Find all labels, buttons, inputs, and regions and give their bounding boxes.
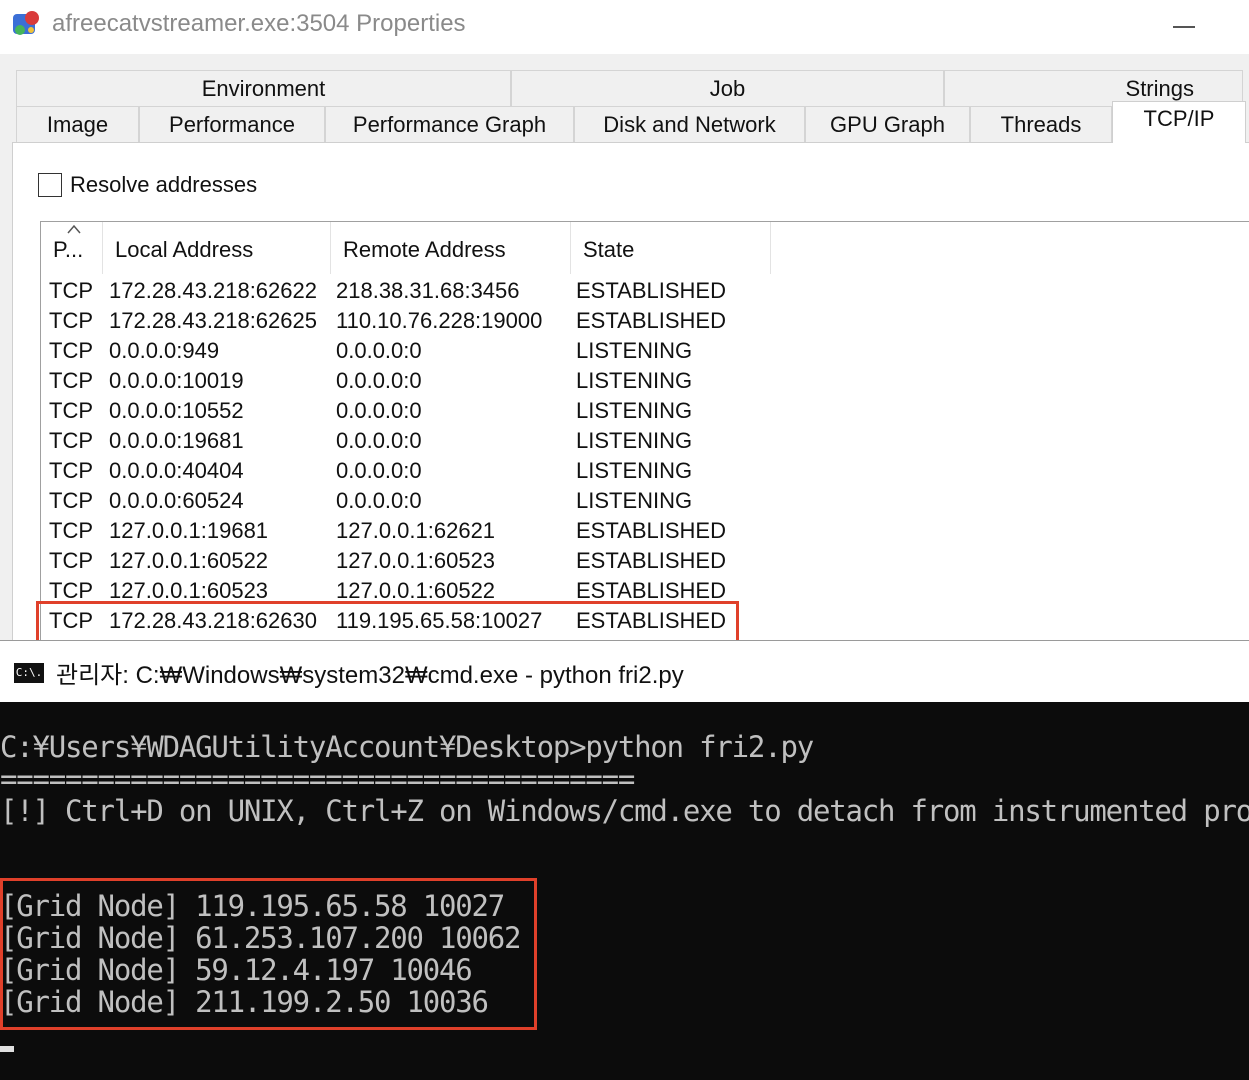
tab-performance[interactable]: Performance bbox=[139, 106, 325, 142]
cell-protocol: TCP bbox=[49, 308, 93, 333]
tab-gpu-graph[interactable]: GPU Graph bbox=[805, 106, 970, 142]
cell-remote-address: 127.0.0.1:60523 bbox=[336, 548, 496, 573]
cell-state: ESTABLISHED bbox=[576, 548, 726, 573]
title-bar[interactable]: afreecatvstreamer.exe:3504 Properties bbox=[0, 0, 1249, 54]
cell-remote-address: 0.0.0.0:0 bbox=[336, 368, 422, 393]
cell-local-address: 0.0.0.0:40404 bbox=[109, 458, 244, 483]
column-header-remote-address-label: Remote Address bbox=[343, 237, 506, 262]
cell-state: LISTENING bbox=[576, 488, 693, 513]
connections-list[interactable]: P... Local Address Remote Address State … bbox=[40, 221, 1249, 640]
cell-remote-address: 0.0.0.0:0 bbox=[336, 338, 422, 363]
cell-remote-address: 127.0.0.1:62621 bbox=[336, 518, 496, 543]
cmd-title-bar[interactable]: C:\. 관리자: C:₩Windows₩system32₩cmd.exe - … bbox=[0, 640, 1249, 702]
sort-ascending-icon bbox=[67, 224, 81, 234]
resolve-addresses-label: Resolve addresses bbox=[70, 172, 258, 197]
column-header-remote-address[interactable]: Remote Address bbox=[331, 222, 571, 274]
cell-local-address: 0.0.0.0:60524 bbox=[109, 488, 244, 513]
terminal-line: C:¥Users¥WDAGUtilityAccount¥Desktop>pyth… bbox=[0, 730, 814, 764]
cell-remote-address: 218.38.31.68:3456 bbox=[336, 278, 520, 303]
cell-state: LISTENING bbox=[576, 338, 693, 363]
highlight-box-connection bbox=[36, 601, 739, 640]
cell-local-address: 127.0.0.1:60522 bbox=[109, 548, 269, 573]
cell-remote-address: 0.0.0.0:0 bbox=[336, 458, 422, 483]
column-header-state[interactable]: State bbox=[571, 222, 771, 274]
terminal-cursor bbox=[0, 1046, 14, 1052]
cell-local-address: 172.28.43.218:62622 bbox=[109, 278, 317, 303]
cell-protocol: TCP bbox=[49, 278, 93, 303]
cell-local-address: 172.28.43.218:62625 bbox=[109, 308, 317, 333]
column-header-local-address-label: Local Address bbox=[115, 237, 254, 262]
cmd-window-title: 관리자: C:₩Windows₩system32₩cmd.exe - pytho… bbox=[56, 662, 684, 689]
cell-remote-address: 0.0.0.0:0 bbox=[336, 398, 422, 423]
terminal-line: [!] Ctrl+D on UNIX, Ctrl+Z on Windows/cm… bbox=[0, 794, 1249, 828]
tab-disk-and-network[interactable]: Disk and Network bbox=[574, 106, 805, 142]
cell-protocol: TCP bbox=[49, 428, 93, 453]
app-icon bbox=[13, 11, 39, 35]
cell-local-address: 0.0.0.0:19681 bbox=[109, 428, 244, 453]
cell-local-address: 0.0.0.0:10552 bbox=[109, 398, 244, 423]
column-header-state-label: State bbox=[583, 237, 635, 262]
cell-state: LISTENING bbox=[576, 458, 693, 483]
cell-remote-address: 0.0.0.0:0 bbox=[336, 488, 422, 513]
tab-image[interactable]: Image bbox=[16, 106, 139, 142]
tab-job[interactable]: Job bbox=[511, 70, 944, 106]
resolve-addresses-checkbox[interactable] bbox=[38, 173, 62, 197]
tab-threads[interactable]: Threads bbox=[970, 106, 1112, 142]
minimize-button[interactable] bbox=[1170, 20, 1198, 34]
cell-protocol: TCP bbox=[49, 398, 93, 423]
cell-local-address: 0.0.0.0:10019 bbox=[109, 368, 244, 393]
tab-performance-graph[interactable]: Performance Graph bbox=[325, 106, 574, 142]
tab-tcp-ip[interactable]: TCP/IP bbox=[1112, 101, 1246, 143]
cell-remote-address: 110.10.76.228:19000 bbox=[336, 308, 543, 333]
window-title: afreecatvstreamer.exe:3504 Properties bbox=[52, 10, 466, 37]
cell-local-address: 0.0.0.0:949 bbox=[109, 338, 220, 363]
tab-environment[interactable]: Environment bbox=[16, 70, 511, 106]
cell-protocol: TCP bbox=[49, 488, 93, 513]
cell-remote-address: 0.0.0.0:0 bbox=[336, 428, 422, 453]
cell-state: LISTENING bbox=[576, 398, 693, 423]
cell-state: ESTABLISHED bbox=[576, 278, 726, 303]
cell-state: ESTABLISHED bbox=[576, 518, 726, 543]
column-header-local-address[interactable]: Local Address bbox=[103, 222, 331, 274]
cell-protocol: TCP bbox=[49, 368, 93, 393]
cell-protocol: TCP bbox=[49, 338, 93, 363]
cell-state: ESTABLISHED bbox=[576, 308, 726, 333]
cell-state: LISTENING bbox=[576, 428, 693, 453]
cell-local-address: 127.0.0.1:19681 bbox=[109, 518, 269, 543]
cell-protocol: TCP bbox=[49, 458, 93, 483]
column-header-protocol[interactable]: P... bbox=[41, 222, 103, 274]
cell-protocol: TCP bbox=[49, 518, 93, 543]
cell-state: LISTENING bbox=[576, 368, 693, 393]
terminal-line: ======================================= bbox=[0, 762, 635, 796]
cmd-icon: C:\. bbox=[14, 663, 44, 683]
properties-window: afreecatvstreamer.exe:3504 Properties En… bbox=[0, 0, 1249, 640]
column-header-protocol-label: P... bbox=[53, 237, 84, 262]
highlight-box-grid-nodes bbox=[0, 878, 537, 1030]
cell-protocol: TCP bbox=[49, 548, 93, 573]
